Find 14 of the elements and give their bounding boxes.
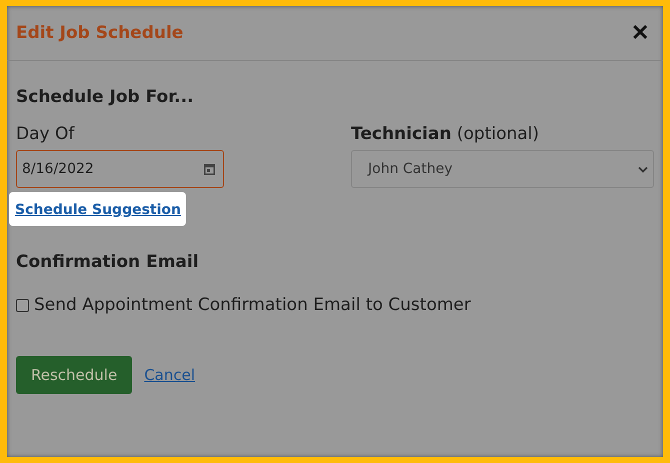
chevron-down-icon[interactable]: [638, 166, 648, 172]
close-button[interactable]: ✕: [627, 20, 653, 46]
checkbox[interactable]: [16, 298, 29, 312]
date-field[interactable]: 8/16/2022: [16, 150, 224, 188]
checkbox-label: Send Appointment Confirmation Email to Customer: [34, 295, 471, 315]
dialog-title: Edit Job Schedule: [16, 23, 184, 43]
calendar-icon[interactable]: [204, 163, 215, 175]
field-label: Day Of: [16, 124, 76, 144]
section-heading: Confirmation Email: [16, 252, 200, 272]
technician-dropdown[interactable]: John Cathey: [351, 150, 654, 188]
field-label: Technician (optional): [351, 124, 540, 144]
schedule-suggestion-link[interactable]: Schedule Suggestion: [15, 202, 181, 218]
reschedule-button[interactable]: Reschedule: [16, 356, 132, 394]
section-heading: Schedule Job For...: [16, 87, 195, 107]
